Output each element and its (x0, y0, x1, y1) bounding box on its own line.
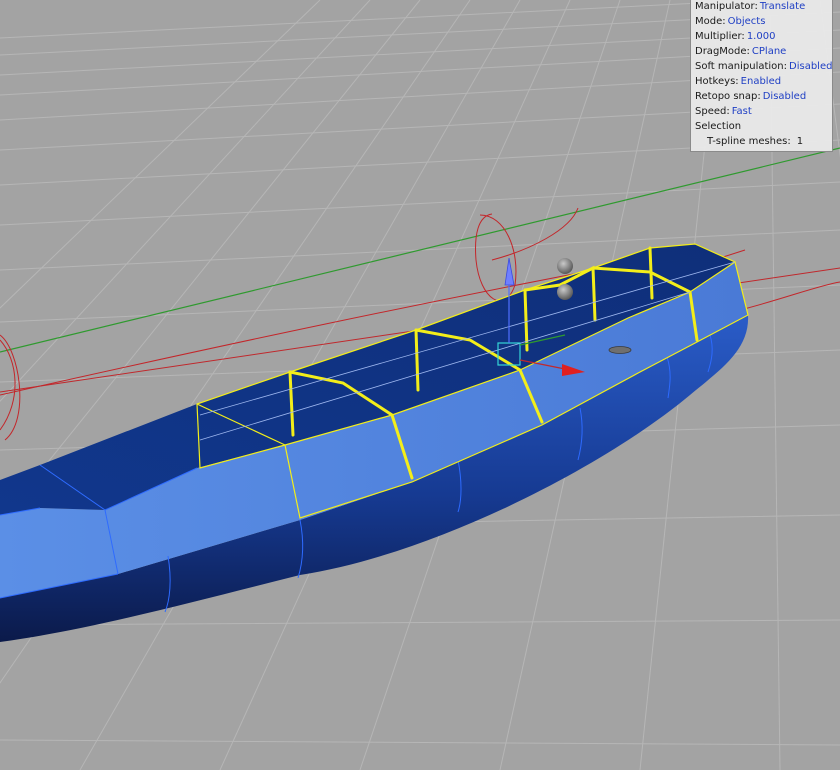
manipulator-value[interactable]: Translate (760, 1, 805, 12)
info-row-multiplier: Multiplier: 1.000 (695, 31, 776, 42)
info-row-speed: Speed: Fast (695, 106, 752, 117)
hotkeys-value[interactable]: Enabled (741, 76, 781, 87)
info-row-hotkeys: Hotkeys: Enabled (695, 76, 782, 87)
multiplier-value[interactable]: 1.000 (747, 31, 776, 42)
info-row-retopo-snap: Retopo snap: Disabled (695, 91, 807, 102)
info-row-dragmode: DragMode: CPlane (695, 46, 787, 57)
info-row-soft-manipulation: Soft manipulation: Disabled (695, 61, 833, 72)
info-panel: Manipulator: Translate Mode: Objects Multi… (690, 0, 833, 152)
scale-handle-icon[interactable] (557, 284, 573, 300)
mode-value[interactable]: Objects (728, 16, 766, 27)
info-row-selection: Selection (695, 121, 742, 132)
plane-handle-icon[interactable] (608, 346, 632, 354)
speed-value[interactable]: Fast (732, 106, 752, 117)
info-row-tspline-meshes: T-spline meshes: 1 (707, 136, 804, 147)
retopo-snap-value[interactable]: Disabled (763, 91, 806, 102)
info-row-manipulator: Manipulator: Translate (695, 1, 806, 12)
rotation-handle-icon[interactable] (557, 258, 573, 274)
dragmode-value[interactable]: CPlane (752, 46, 786, 57)
info-row-mode: Mode: Objects (695, 16, 766, 27)
tspline-count: 1 (796, 136, 804, 147)
soft-manipulation-value[interactable]: Disabled (789, 61, 832, 72)
